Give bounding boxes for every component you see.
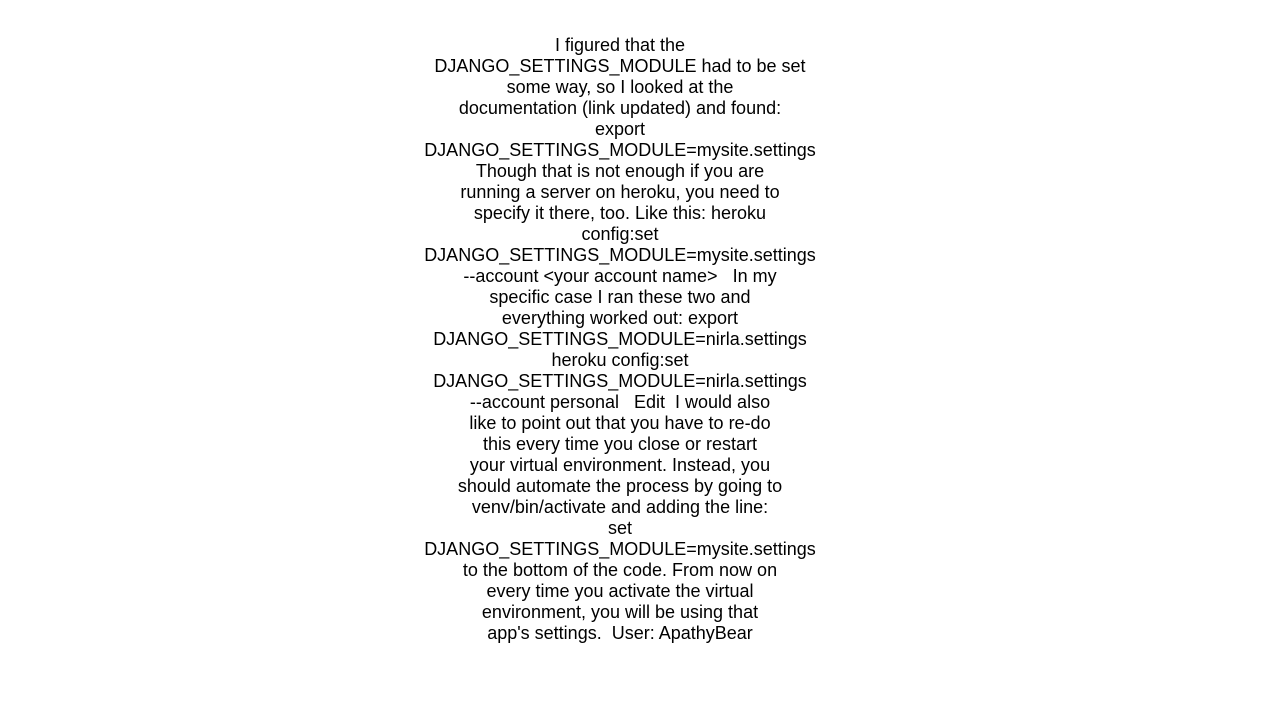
- text-line: DJANGO_SETTINGS_MODULE=nirla.settings: [433, 371, 807, 391]
- text-line: your virtual environment. Instead, you: [469, 455, 771, 475]
- answer-text-block: I figured that the DJANGO_SETTINGS_MODUL…: [420, 35, 820, 644]
- text-line: every time you activate the virtual: [486, 581, 754, 601]
- text-line: DJANGO_SETTINGS_MODULE=mysite.settings: [424, 140, 816, 160]
- text-line: DJANGO_SETTINGS_MODULE=mysite.settings: [424, 539, 816, 559]
- text-line: DJANGO_SETTINGS_MODULE=nirla.settings: [433, 329, 807, 349]
- text-line: set: [607, 518, 632, 538]
- text-line: export: [594, 119, 646, 139]
- text-line: some way, so I looked at the: [506, 77, 734, 97]
- text-line: everything worked out: export: [501, 308, 739, 328]
- text-line: I figured that the: [554, 35, 686, 55]
- text-line: DJANGO_SETTINGS_MODULE=mysite.settings: [424, 245, 816, 265]
- text-line: config:set: [581, 224, 659, 244]
- text-line: DJANGO_SETTINGS_MODULE had to be set: [434, 56, 806, 76]
- text-line: specific case I ran these two and: [489, 287, 751, 307]
- text-line: app's settings. User: ApathyBear: [487, 623, 753, 643]
- text-line: --account <your account name> In my: [463, 266, 777, 286]
- text-line: venv/bin/activate and adding the line:: [471, 497, 769, 517]
- text-line: --account personal Edit I would also: [469, 392, 771, 412]
- text-line: Though that is not enough if you are: [475, 161, 765, 181]
- text-line: should automate the process by going to: [457, 476, 783, 496]
- text-line: documentation (link updated) and found:: [458, 98, 782, 118]
- text-line: heroku config:set: [551, 350, 689, 370]
- text-line: this every time you close or restart: [482, 434, 758, 454]
- text-line: like to point out that you have to re-do: [469, 413, 771, 433]
- text-line: running a server on heroku, you need to: [460, 182, 780, 202]
- text-line: specify it there, too. Like this: heroku: [473, 203, 767, 223]
- text-line: environment, you will be using that: [481, 602, 759, 622]
- text-line: to the bottom of the code. From now on: [462, 560, 778, 580]
